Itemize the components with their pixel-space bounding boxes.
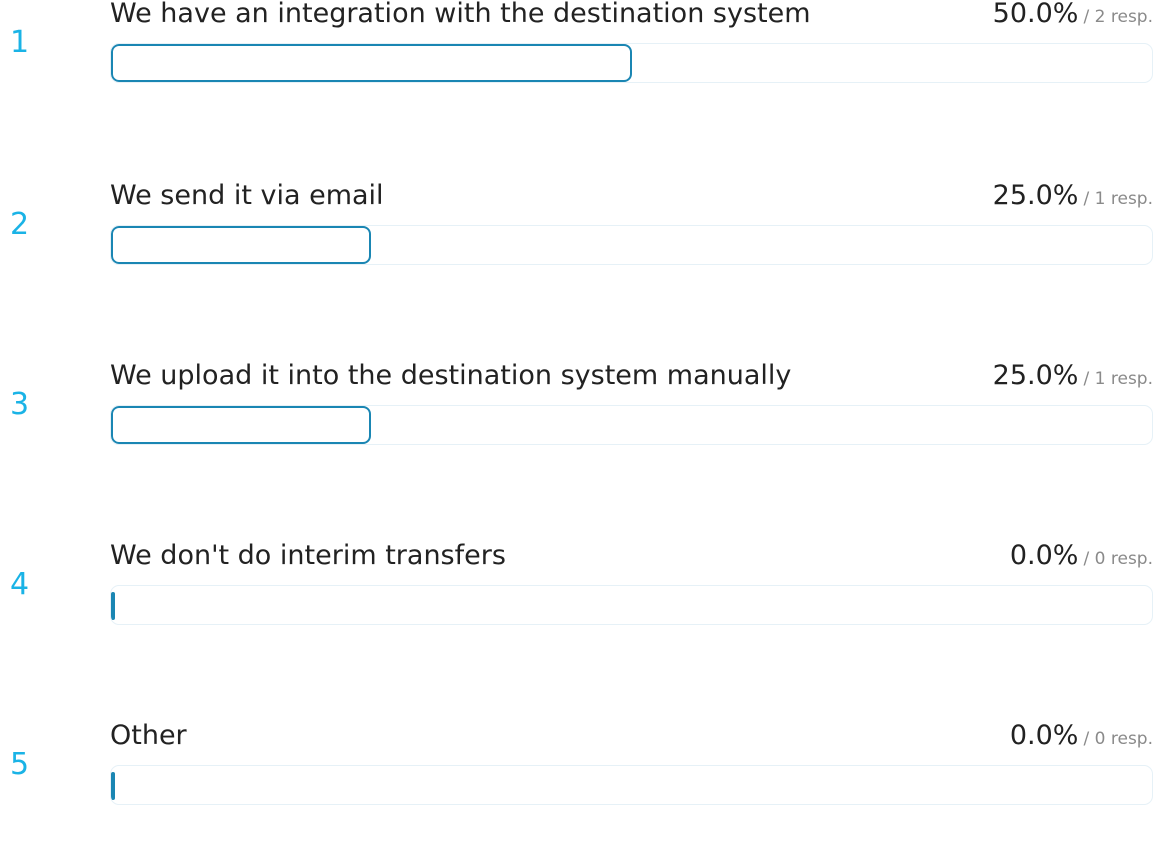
bar-track bbox=[110, 765, 1153, 805]
percentage-value: 25.0% bbox=[992, 360, 1079, 391]
answer-row: 2 We send it via email 25.0% / 1 resp. bbox=[0, 180, 1164, 320]
response-count: / 1 resp. bbox=[1083, 189, 1153, 209]
answer-row: 5 Other 0.0% / 0 resp. bbox=[0, 720, 1164, 860]
answer-index: 1 bbox=[10, 25, 30, 60]
answer-label: We have an integration with the destinat… bbox=[110, 0, 811, 29]
answer-label: Other bbox=[110, 720, 187, 751]
answer-stats: 0.0% / 0 resp. bbox=[1010, 720, 1153, 755]
answer-stats: 0.0% / 0 resp. bbox=[1010, 540, 1153, 575]
answer-row: 4 We don't do interim transfers 0.0% / 0 r… bbox=[0, 540, 1164, 680]
bar-fill bbox=[111, 226, 372, 264]
answer-stats: 25.0% / 1 resp. bbox=[993, 180, 1153, 215]
bar-fill bbox=[111, 592, 115, 620]
bar-track bbox=[110, 405, 1153, 445]
bar-track bbox=[110, 43, 1153, 83]
response-count: / 0 resp. bbox=[1083, 729, 1153, 749]
percentage-value: 0.0% bbox=[1009, 540, 1079, 571]
answer-label: We don't do interim transfers bbox=[110, 540, 506, 571]
answer-stats: 50.0% / 2 resp. bbox=[993, 0, 1153, 33]
answer-label: We send it via email bbox=[110, 180, 384, 211]
answer-index: 3 bbox=[10, 387, 30, 422]
answer-stats: 25.0% / 1 resp. bbox=[993, 360, 1153, 395]
percentage-value: 0.0% bbox=[1009, 720, 1079, 751]
response-count: / 2 resp. bbox=[1083, 7, 1153, 27]
answer-row: 1 We have an integration with the destina… bbox=[0, 0, 1164, 138]
bar-fill bbox=[111, 406, 372, 444]
bar-track bbox=[110, 225, 1153, 265]
response-count: / 0 resp. bbox=[1083, 549, 1153, 569]
bar-fill bbox=[111, 44, 632, 82]
bar-track bbox=[110, 585, 1153, 625]
answer-row: 3 We upload it into the destination syste… bbox=[0, 360, 1164, 500]
bar-fill bbox=[111, 772, 115, 800]
response-count: / 1 resp. bbox=[1083, 369, 1153, 389]
percentage-value: 50.0% bbox=[992, 0, 1079, 29]
answer-label: We upload it into the destination system… bbox=[110, 360, 792, 391]
answer-index: 4 bbox=[10, 567, 30, 602]
answer-index: 5 bbox=[10, 747, 30, 782]
percentage-value: 25.0% bbox=[992, 180, 1079, 211]
answer-index: 2 bbox=[10, 207, 30, 242]
